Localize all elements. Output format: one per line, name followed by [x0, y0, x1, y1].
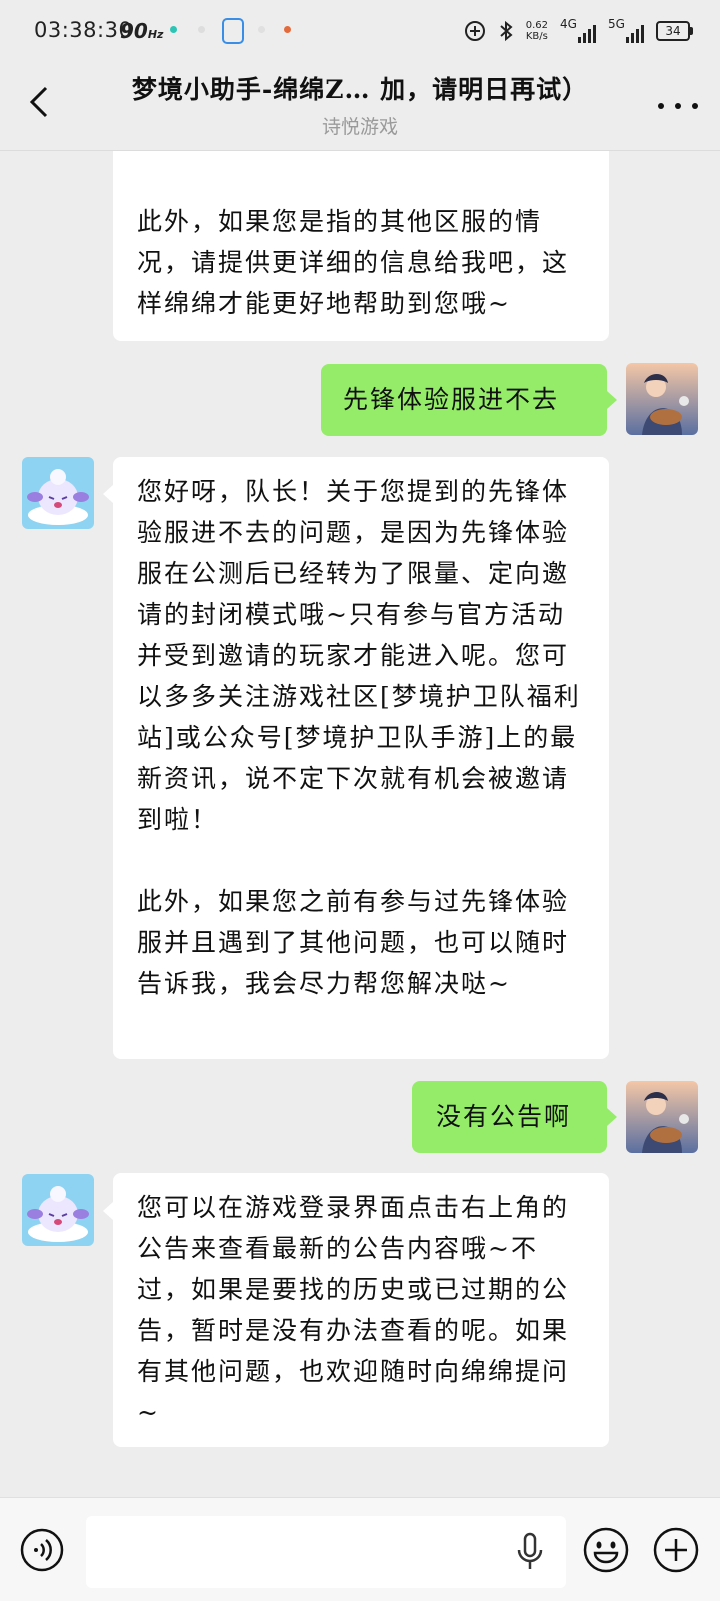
emoji-icon[interactable]	[582, 1526, 630, 1574]
more-dots-icon[interactable]	[658, 100, 698, 112]
user-avatar[interactable]	[626, 1081, 698, 1153]
chat-subtitle: 诗悦游戏	[321, 116, 398, 138]
signal-5g: 5G	[608, 17, 644, 45]
message-bubble-incoming[interactable]: 您可以在游戏登录界面点击右上角的公告来查看最新的公告内容哦~不过，如果是要找的历…	[113, 1173, 609, 1447]
message-bubble-outgoing[interactable]: 先锋体验服进不去	[321, 364, 607, 436]
message-bubble-incoming[interactable]: 请关注游戏公告 此外，如果您是指的其他区服的情况，请提供更详细的信息给我吧，这样…	[113, 151, 609, 341]
message-list[interactable]: 请关注游戏公告 此外，如果您是指的其他区服的情况，请提供更详细的信息给我吧，这样…	[0, 151, 720, 1497]
bluetooth-icon	[500, 20, 513, 42]
signal-4g: 4G	[560, 17, 596, 45]
status-bar: 03:38:30 90Hz 0.62 KB/s 4G 5G 34	[0, 0, 720, 62]
user-avatar[interactable]	[626, 363, 698, 435]
bubble-tail	[607, 1108, 617, 1126]
plus-icon[interactable]	[652, 1526, 700, 1574]
app-notification-icon	[222, 18, 244, 44]
add-circle-status-icon	[464, 21, 485, 41]
net-speed: 0.62 KB/s	[525, 20, 548, 42]
notification-dot-icon	[170, 26, 177, 33]
chat-header: 梦境小助手-绵绵Z… 加，请明日再试） 诗悦游戏	[0, 62, 720, 151]
microphone-icon[interactable]	[516, 1532, 544, 1572]
notification-dot-icon	[198, 26, 205, 33]
input-bar	[0, 1497, 720, 1601]
assistant-avatar[interactable]	[22, 1174, 94, 1246]
status-time: 03:38:30	[34, 18, 133, 42]
notification-dot-icon	[258, 26, 265, 33]
bubble-tail	[607, 391, 617, 409]
message-bubble-incoming[interactable]: 您好呀，队长！关于您提到的先锋体验服进不去的问题，是因为先锋体验服在公测后已经转…	[113, 457, 609, 1059]
message-input[interactable]	[86, 1516, 566, 1588]
back-arrow-icon[interactable]	[24, 82, 54, 122]
bubble-tail	[103, 1202, 113, 1220]
message-bubble-outgoing[interactable]: 没有公告啊	[412, 1081, 607, 1153]
refresh-rate: 90Hz	[120, 19, 164, 43]
bubble-tail	[103, 485, 113, 503]
assistant-avatar[interactable]	[22, 457, 94, 529]
notification-dot-icon	[284, 26, 291, 33]
chat-title: 梦境小助手-绵绵Z… 加，请明日再试）	[131, 75, 589, 104]
battery-icon: 34	[656, 21, 693, 41]
voice-input-icon[interactable]	[20, 1528, 64, 1572]
